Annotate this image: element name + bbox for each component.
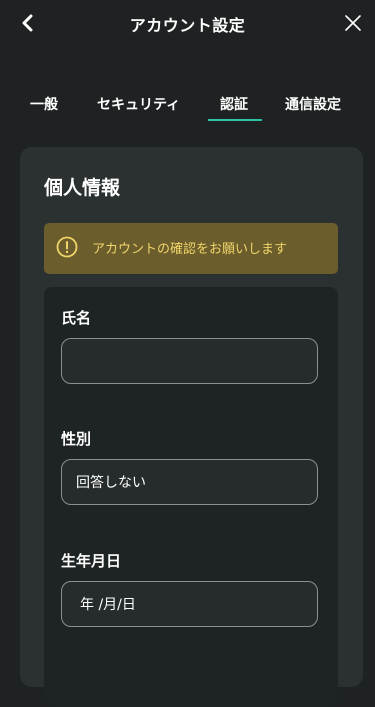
gender-value: 回答しない: [76, 475, 146, 491]
close-icon: [345, 15, 361, 31]
exclamation-circle-icon: [56, 236, 78, 258]
active-tab-indicator: [208, 119, 262, 121]
personal-info-card: 個人情報 アカウントの確認をお願いします 氏名 性別 回答しない 生年月日 年 …: [20, 147, 363, 707]
tab-general[interactable]: 一般: [30, 94, 58, 114]
tab-security[interactable]: セキュリティ: [97, 94, 180, 114]
gender-select[interactable]: 回答しない: [61, 459, 318, 505]
close-button[interactable]: [339, 9, 367, 37]
birthdate-label: 生年月日: [61, 552, 122, 570]
verification-alert: アカウントの確認をお願いします: [44, 223, 338, 274]
form-panel: 氏名 性別 回答しない 生年月日 年 /月/日: [44, 287, 338, 707]
birthdate-placeholder: 年 /月/日: [80, 597, 136, 613]
tab-bar: 一般 セキュリティ 認証 通信設定: [0, 86, 375, 126]
alert-text: アカウントの確認をお願いします: [92, 242, 288, 257]
section-title: 個人情報: [44, 177, 121, 199]
tab-communication-settings[interactable]: 通信設定: [285, 94, 341, 114]
header-bar: アカウント設定: [0, 0, 375, 48]
name-input[interactable]: [61, 338, 318, 384]
name-label: 氏名: [61, 309, 92, 327]
birthdate-input[interactable]: 年 /月/日: [61, 581, 318, 627]
page-title: アカウント設定: [129, 16, 246, 35]
gender-label: 性別: [61, 430, 92, 448]
tab-authentication[interactable]: 認証: [220, 94, 248, 114]
